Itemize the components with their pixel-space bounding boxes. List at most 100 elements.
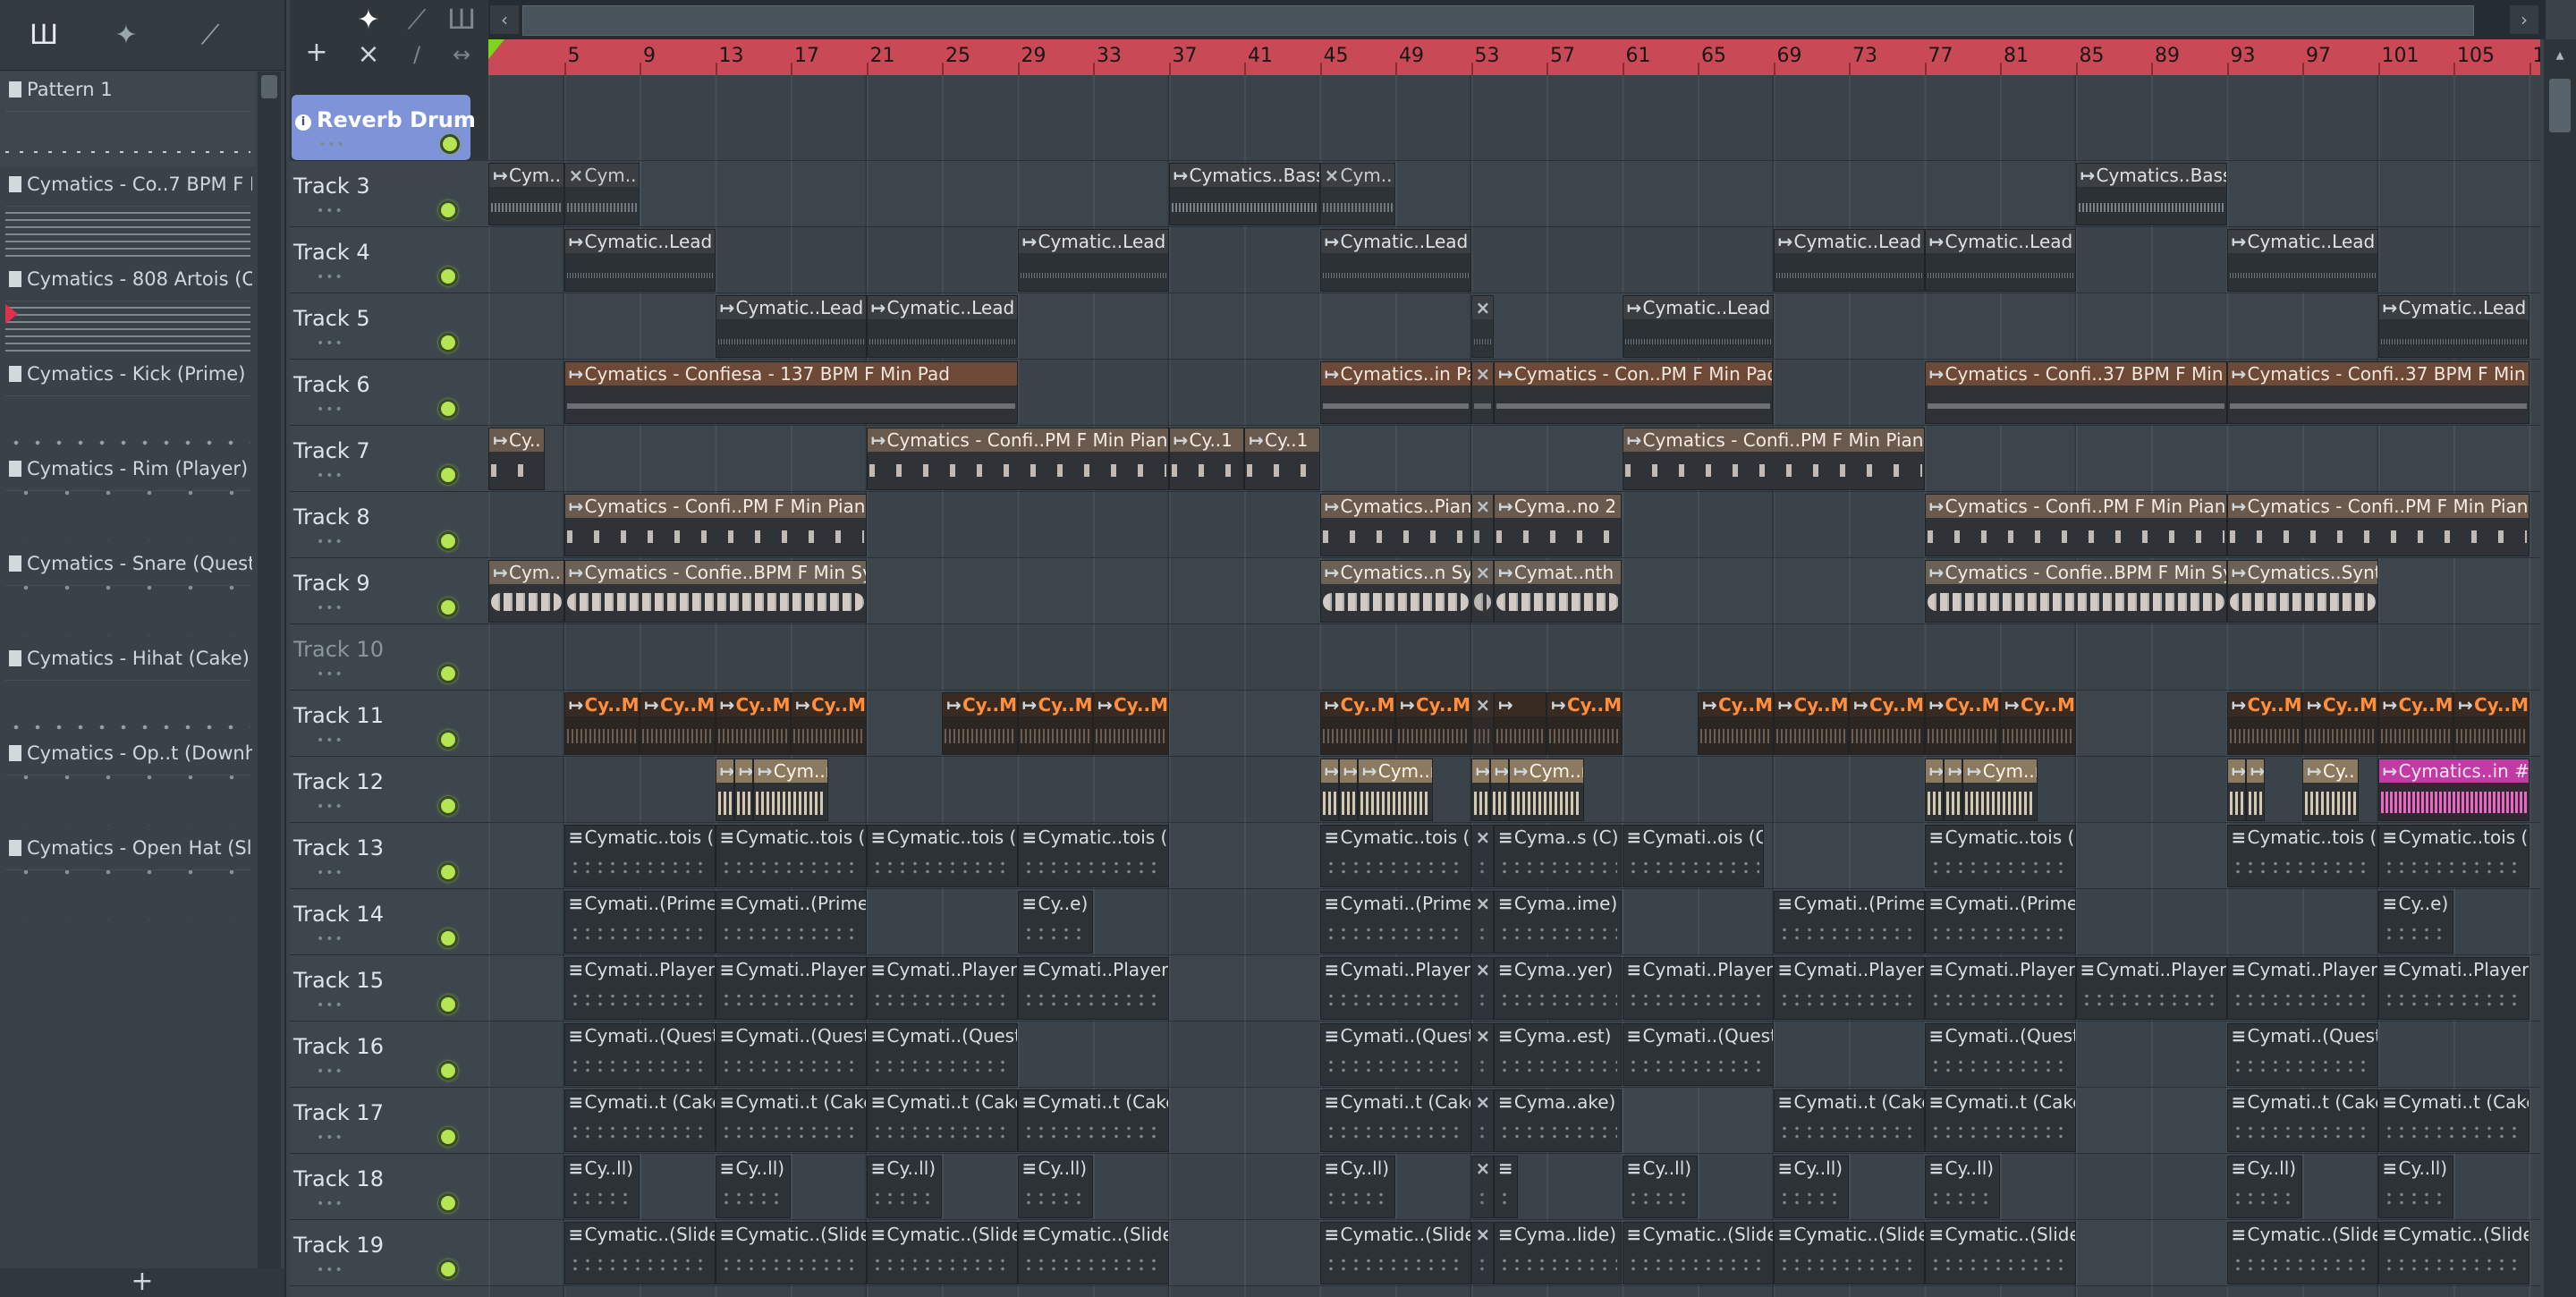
playlist-clip[interactable]: ≡Cymati..t (Cake) bbox=[2226, 1089, 2378, 1152]
playlist-clip[interactable]: ↦Cymat..nth bbox=[1493, 560, 1623, 623]
track-header[interactable]: Track 11 ••• bbox=[290, 691, 488, 757]
playlist-clip[interactable]: ↦Cymatics - Confi..37 BPM F Min Pad bbox=[2226, 361, 2529, 424]
playlist-clip[interactable]: ↦Cym..n bbox=[1508, 759, 1585, 821]
playlist-clip[interactable]: ≡Cymati..(Quest) bbox=[1319, 1023, 1471, 1086]
playlist-clip[interactable]: ↦Cymatics - Confie..BPM F Min Synth bbox=[1924, 560, 2227, 623]
track-header[interactable]: Track 20••• bbox=[290, 1286, 488, 1297]
playlist-clip[interactable]: ↦Cy..1 bbox=[1168, 428, 1244, 490]
playlist-clip[interactable]: ≡Cymati..(Prime) bbox=[715, 891, 867, 954]
playlist-clip[interactable]: ↦ bbox=[1319, 759, 1339, 821]
track-mute-led[interactable] bbox=[438, 531, 458, 551]
track-header[interactable]: Track 13 ••• bbox=[290, 823, 488, 889]
track-lane[interactable] bbox=[488, 1286, 2540, 1297]
playlist-clip[interactable]: ≡Cymatic..(Slide) bbox=[1017, 1222, 1169, 1284]
track-mute-led[interactable] bbox=[438, 730, 458, 750]
playlist-clip[interactable]: ≡Cy..ll) bbox=[1622, 1156, 1698, 1218]
playlist-clip[interactable]: ≡Cymati..ois (C) bbox=[1622, 825, 1764, 887]
track-header[interactable]: Track 7 ••• bbox=[290, 426, 488, 492]
playlist-clip[interactable]: ↦Cy..M bbox=[1395, 692, 1471, 755]
playlist-clip[interactable]: ≡Cymati..Player) bbox=[866, 957, 1018, 1020]
playlist-clip[interactable]: ↦Cy..M bbox=[640, 692, 716, 755]
picker-item[interactable]: Cymatics - Kick (Prime) bbox=[0, 356, 256, 451]
playlist-clip[interactable]: ↦Cymatic..Lead 1 bbox=[2226, 229, 2378, 292]
playlist-clip[interactable]: ≡Cy..e) bbox=[2377, 891, 2453, 954]
playlist-clip[interactable]: ↦Cymatic..Lead 2 bbox=[715, 295, 867, 358]
playlist-clip[interactable]: × bbox=[1470, 295, 1494, 358]
playlist-clip[interactable]: ≡Cymati..t (Cake) bbox=[1773, 1089, 1925, 1152]
playlist-clip[interactable]: ≡Cymati..Player) bbox=[1924, 957, 2076, 1020]
playlist-clip[interactable]: ↦ bbox=[733, 759, 753, 821]
track-mute-led[interactable] bbox=[438, 465, 458, 485]
playlist-clip[interactable]: ≡Cymati..Player) bbox=[2075, 957, 2227, 1020]
scroll-right-icon[interactable]: › bbox=[2510, 5, 2538, 34]
track-mute-led[interactable] bbox=[438, 1061, 458, 1081]
playlist-clip[interactable]: ≡Cymatic..(Slide) bbox=[715, 1222, 867, 1284]
playlist-clip[interactable]: ≡Cy..ll) bbox=[715, 1156, 791, 1218]
playlist-clip[interactable]: ↦Cymatics - Confi..PM F Min Piano 2 bbox=[2226, 494, 2529, 556]
playlist-clip[interactable]: ↦Cy..M bbox=[564, 692, 640, 755]
track-mute-led[interactable] bbox=[438, 1193, 458, 1213]
playlist-clip[interactable]: ≡Cymati..(Prime) bbox=[1924, 891, 2076, 954]
playlist-clip[interactable]: ≡Cymatic..tois (C) bbox=[1319, 825, 1471, 887]
playlist-clip[interactable]: ↦ bbox=[1924, 759, 1944, 821]
playlist-clip[interactable]: ≡Cymati..Player) bbox=[2377, 957, 2529, 1020]
playlist-clip[interactable]: ↦Cym.. bbox=[488, 163, 564, 225]
track-header[interactable]: i Reverb Drum ••• bbox=[292, 95, 476, 161]
playlist-clip[interactable]: × bbox=[1470, 1089, 1494, 1152]
playlist-clip[interactable]: ↦ bbox=[2226, 759, 2246, 821]
playlist-clip[interactable]: × bbox=[1470, 692, 1494, 755]
playlist-clip[interactable]: ↦Cymatics..in #2 bbox=[2377, 759, 2529, 821]
playlist-clip[interactable]: ↦Cymatics..n Synth bbox=[1319, 560, 1471, 623]
track-mute-led[interactable] bbox=[438, 862, 458, 882]
playlist-clip[interactable]: ↦Cymatic..Lead 2 bbox=[1622, 295, 1774, 358]
playlist-clip[interactable]: ≡Cymatic..tois (C) bbox=[2377, 825, 2529, 887]
playlist-clip[interactable]: ≡ bbox=[1493, 1156, 1519, 1218]
playlist-clip[interactable]: ≡Cyma..ake) bbox=[1493, 1089, 1623, 1152]
automation-tool-icon[interactable]: ⟋ bbox=[399, 4, 435, 38]
playlist-clip[interactable]: ↦Cymatic..Lead 1 bbox=[1017, 229, 1169, 292]
track-mute-led[interactable] bbox=[438, 995, 458, 1014]
playlist-clip[interactable]: × bbox=[1470, 1222, 1494, 1284]
track-mute-led[interactable] bbox=[438, 1127, 458, 1147]
playlist-clip[interactable]: ↦Cymatics - Confi..PM F Min Piano 1 bbox=[1622, 428, 1925, 490]
playlist-clip[interactable]: ↦Cy..M bbox=[1017, 692, 1093, 755]
playlist-overview[interactable]: ‹ › bbox=[488, 0, 2546, 39]
playlist-clip[interactable]: ≡Cymatic..(Slide) bbox=[1773, 1222, 1925, 1284]
playlist-clip[interactable]: × bbox=[1470, 825, 1494, 887]
playlist-clip[interactable]: ≡Cymati..(Quest) bbox=[1622, 1023, 1774, 1086]
playlist-clip[interactable]: ≡Cy..ll) bbox=[2377, 1156, 2453, 1218]
vertical-scrollbar[interactable]: ▴ bbox=[2544, 39, 2576, 1297]
playlist-clip[interactable]: ≡Cymati..t (Cake) bbox=[564, 1089, 716, 1152]
playlist-clip[interactable]: ≡Cyma..lide) bbox=[1493, 1222, 1623, 1284]
track-lane[interactable] bbox=[488, 95, 2540, 161]
playlist-clip[interactable]: × bbox=[1470, 957, 1494, 1020]
playlist-clip[interactable]: ≡Cymati..(Quest) bbox=[715, 1023, 867, 1086]
playlist-clip[interactable]: ↦Cymatic..Lead 1 bbox=[1773, 229, 1925, 292]
playlist-clip[interactable]: ↦Cy..M bbox=[2377, 692, 2453, 755]
scrollbar-thumb[interactable] bbox=[261, 75, 277, 98]
track-mute-led[interactable] bbox=[438, 598, 458, 617]
playlist-clip[interactable]: ×Cym.. bbox=[1319, 163, 1395, 225]
playlist-clip[interactable]: ↦Cymatic..Lead 1 bbox=[1319, 229, 1471, 292]
playlist-clip[interactable]: ↦Cymatics - Con..PM F Min Pad bbox=[1493, 361, 1774, 424]
playlist-clip[interactable]: ≡Cymatic..(Slide) bbox=[866, 1222, 1018, 1284]
playlist-clip[interactable]: ≡Cymatic..(Slide) bbox=[1319, 1222, 1471, 1284]
playlist-clip[interactable]: ≡Cymati..t (Cake) bbox=[1319, 1089, 1471, 1152]
playlist-clip[interactable]: ↦Cy..M bbox=[1924, 692, 2000, 755]
add-pattern-button[interactable]: + bbox=[0, 1268, 284, 1297]
playlist-clip[interactable]: ↦Cy..M bbox=[791, 692, 867, 755]
playlist-clip[interactable]: × bbox=[1470, 1156, 1494, 1218]
playlist-clip[interactable]: ↦Cy..M bbox=[1546, 692, 1623, 755]
playlist-clip[interactable]: ↦ bbox=[715, 759, 734, 821]
playlist-clip[interactable]: ≡Cymatic..tois (C) bbox=[564, 825, 716, 887]
track-header[interactable]: Track 12 ••• bbox=[290, 757, 488, 823]
playlist-clip[interactable]: ↦Cy..M bbox=[2302, 692, 2378, 755]
playlist-clip[interactable]: ↦ bbox=[1338, 759, 1358, 821]
playlist-clip[interactable]: ≡Cymati..t (Cake) bbox=[1924, 1089, 2076, 1152]
automation-icon[interactable]: ⟋ bbox=[186, 18, 234, 54]
track-header[interactable]: Track 4 ••• bbox=[290, 227, 488, 293]
playlist-clip[interactable]: ↦Cy.. bbox=[488, 428, 546, 490]
playlist-clip[interactable]: ↦Cy..M bbox=[1849, 692, 1925, 755]
playlist-clip[interactable]: ↦Cy..M bbox=[715, 692, 791, 755]
playlist-clip[interactable]: ≡Cyma..ime) bbox=[1493, 891, 1623, 954]
